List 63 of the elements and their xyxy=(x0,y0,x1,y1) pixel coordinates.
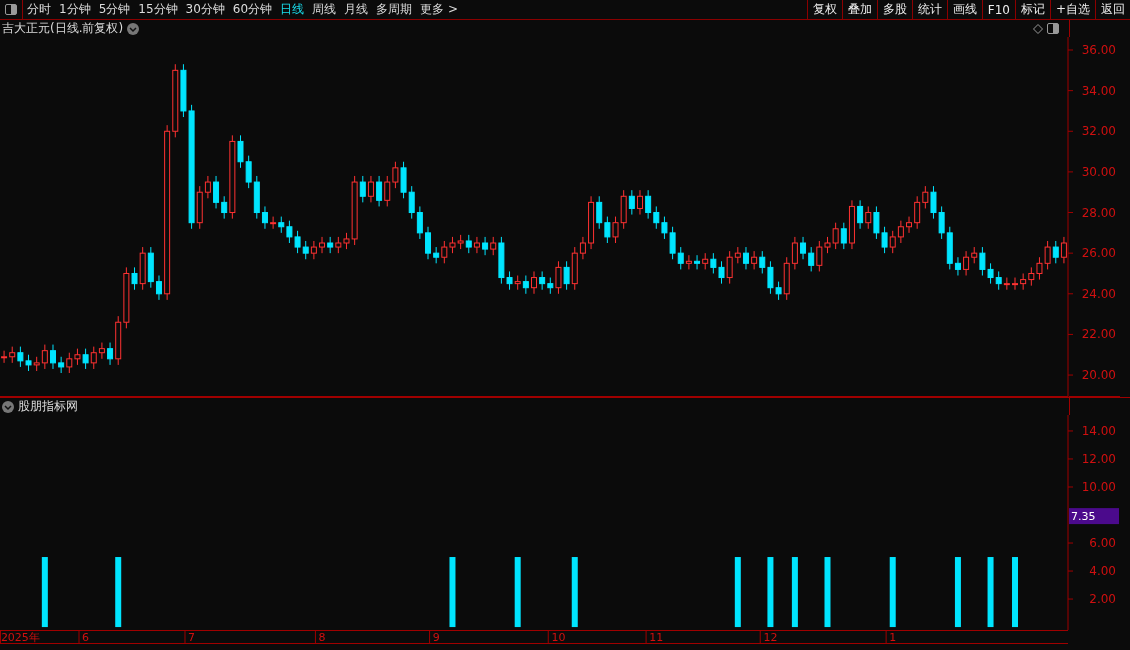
axis-label: 6.00 xyxy=(1089,536,1116,550)
candlestick xyxy=(531,270,537,295)
date-label: 9 xyxy=(432,631,440,644)
date-label: 2025年 xyxy=(0,631,40,644)
date-label: 12 xyxy=(763,631,778,644)
axis-label: 12.00 xyxy=(1081,452,1116,466)
period-tab[interactable]: 15分钟 xyxy=(134,0,182,19)
candlestick xyxy=(156,275,162,301)
axis-label: 20.00 xyxy=(1081,368,1116,383)
indicator-title: 股朋指标网 xyxy=(18,398,78,415)
candlestick xyxy=(906,216,912,234)
axis-label: 14.00 xyxy=(1081,423,1116,438)
candlestick xyxy=(425,226,431,260)
panel-toggle-icon[interactable] xyxy=(1047,23,1059,34)
signal-bar xyxy=(824,557,831,628)
date-label: 7 xyxy=(188,631,196,644)
candlestick xyxy=(637,189,643,216)
period-tab[interactable]: 周线 xyxy=(308,0,341,19)
axis-label: 34.00 xyxy=(1081,83,1116,98)
period-tab[interactable]: 日线 xyxy=(276,0,309,19)
axis-label: 30.00 xyxy=(1081,164,1116,179)
axis-label: 22.00 xyxy=(1081,327,1116,342)
signal-bar xyxy=(734,557,741,628)
candlestick xyxy=(50,344,56,370)
signal-bar xyxy=(954,557,961,628)
axis-label: 32.00 xyxy=(1081,124,1116,139)
period-tab[interactable]: 月线 xyxy=(340,0,373,19)
signal-bar xyxy=(514,557,521,628)
axis-label: 24.00 xyxy=(1081,286,1116,301)
period-tab[interactable]: 更多 > xyxy=(416,0,462,19)
diamond-icon[interactable] xyxy=(1033,23,1043,34)
candlestick xyxy=(1012,277,1018,291)
axis-label: 36.00 xyxy=(1081,43,1116,57)
period-tab[interactable]: 分时 xyxy=(23,0,55,19)
signal-bar xyxy=(767,557,774,628)
signal-bar xyxy=(987,557,994,628)
collapse-icon[interactable] xyxy=(2,400,14,413)
signal-bar xyxy=(115,557,122,628)
current-value: 7.35 xyxy=(1071,510,1096,524)
signal-bar xyxy=(571,557,578,628)
date-label: 6 xyxy=(82,631,90,644)
value-marker xyxy=(1069,508,1119,525)
signal-bar xyxy=(791,557,798,628)
period-tab[interactable]: 1分钟 xyxy=(55,0,95,19)
period-tab[interactable]: 30分钟 xyxy=(181,0,229,19)
date-label: 10 xyxy=(551,631,566,644)
axis-label: 10.00 xyxy=(1081,480,1116,494)
axis-label: 26.00 xyxy=(1081,246,1116,261)
axis-label: 2.00 xyxy=(1089,592,1116,607)
signal-bar xyxy=(449,557,456,628)
date-label: 11 xyxy=(649,631,664,644)
axis-label: 4.00 xyxy=(1089,564,1116,579)
date-label: 1 xyxy=(889,631,897,644)
period-tab[interactable]: 5分钟 xyxy=(94,0,135,19)
dropdown-icon[interactable] xyxy=(127,22,140,35)
date-label: 8 xyxy=(318,631,326,644)
period-tab[interactable]: 多周期 xyxy=(372,0,417,19)
axis-label: 28.00 xyxy=(1081,205,1116,220)
signal-bar xyxy=(889,557,896,628)
signal-bar xyxy=(41,557,48,628)
chart-title: 吉大正元(日线.前复权) xyxy=(2,20,124,37)
period-tab[interactable]: 60分钟 xyxy=(228,0,277,19)
signal-bar xyxy=(1012,557,1018,628)
